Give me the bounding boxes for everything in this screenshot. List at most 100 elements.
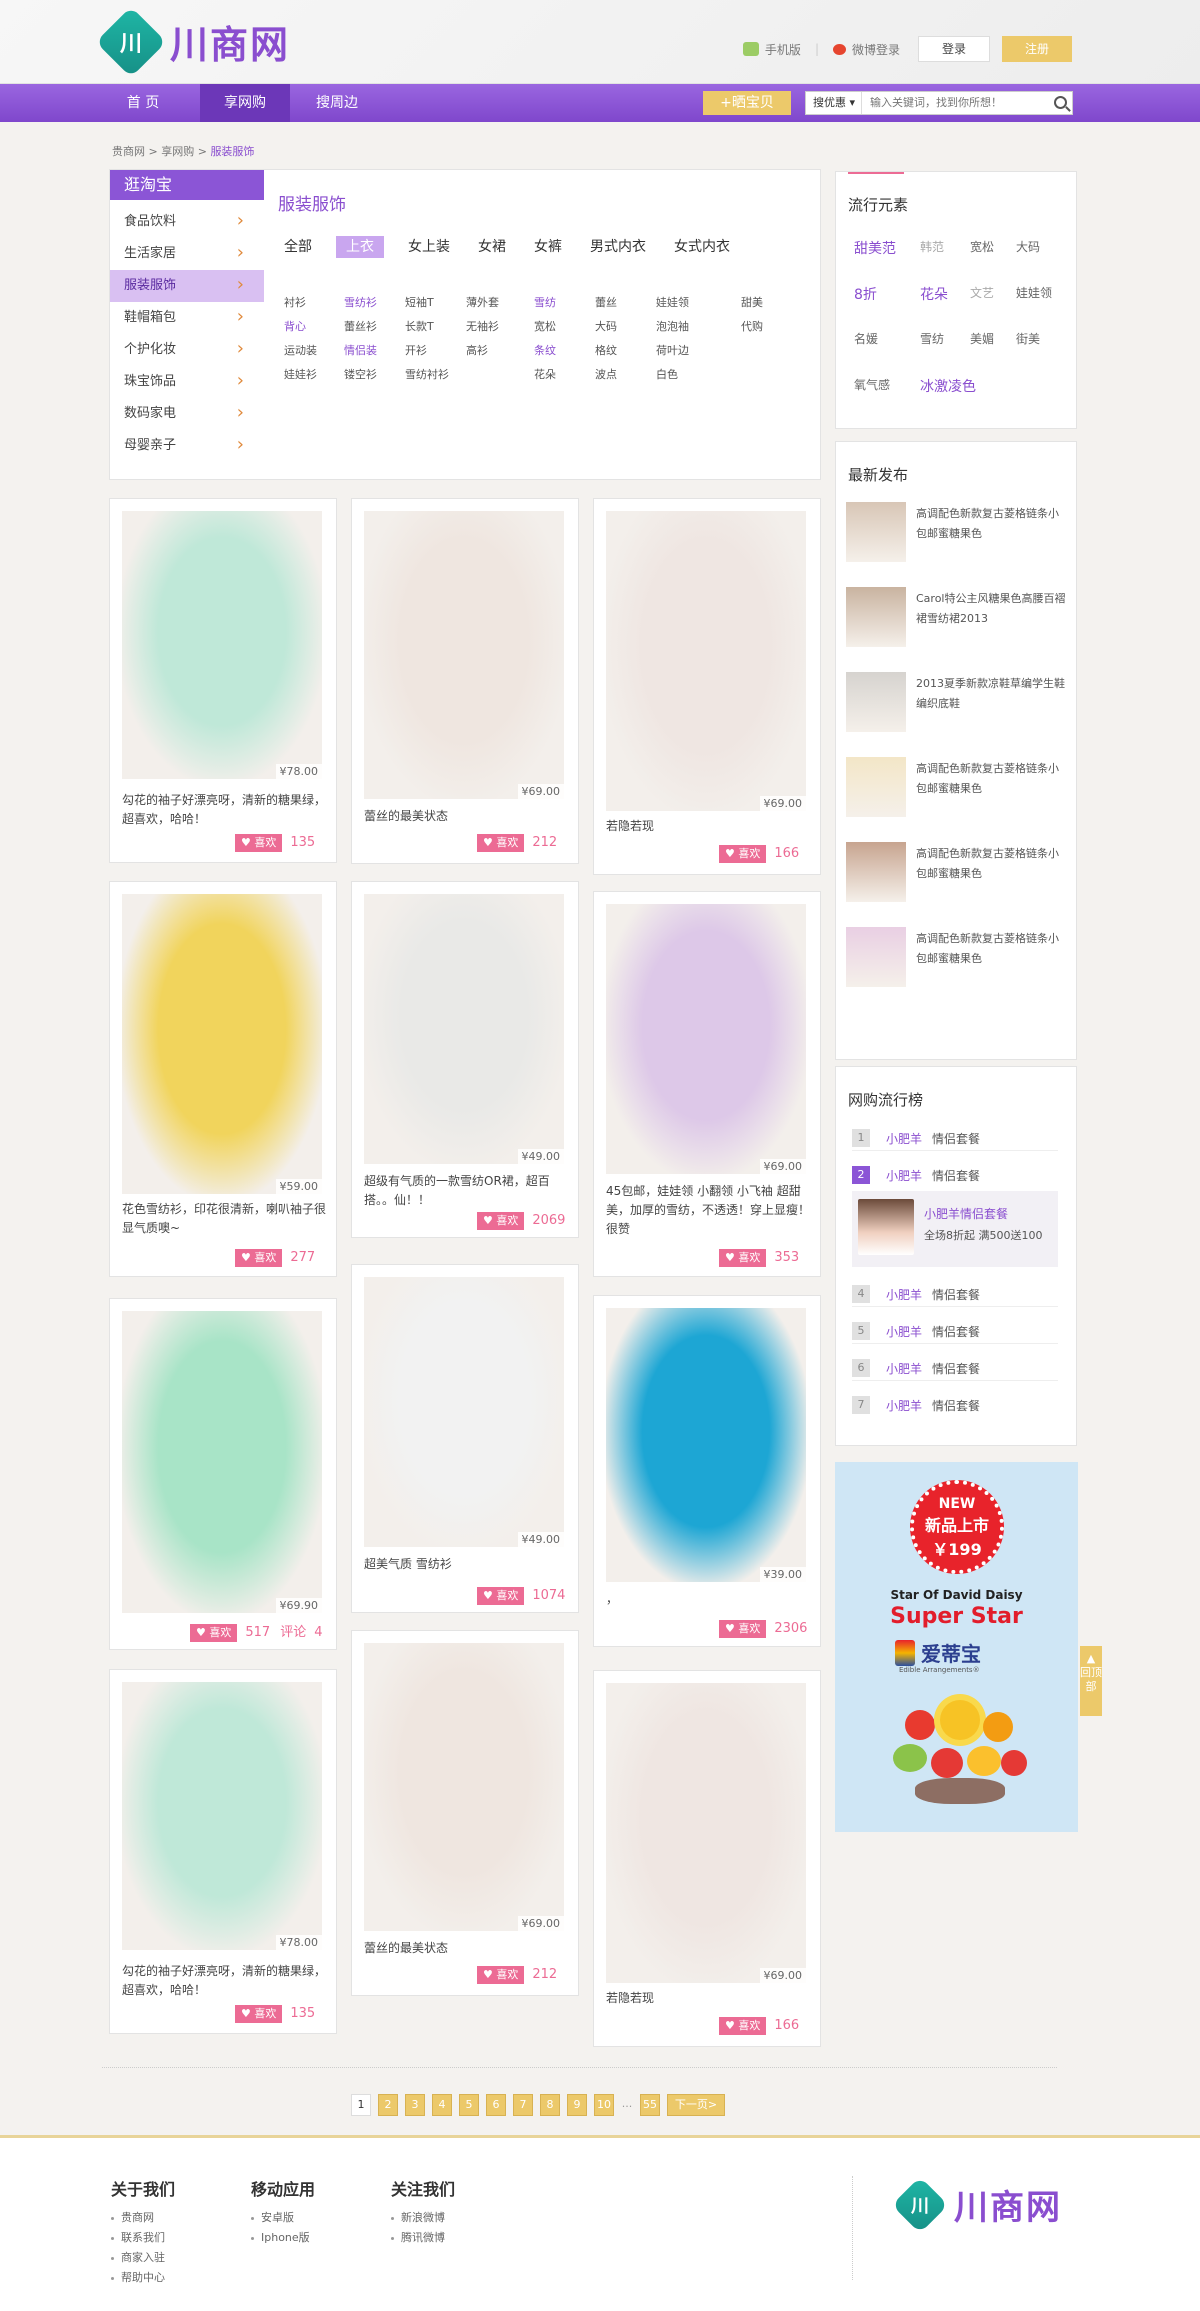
- product-image[interactable]: ¥69.00: [364, 1643, 564, 1931]
- category-tag[interactable]: 娃娃领: [656, 294, 689, 310]
- category-tag[interactable]: 宽松: [534, 318, 556, 334]
- category-tag[interactable]: 蕾丝衫: [344, 318, 377, 334]
- sidebar-item-clothing[interactable]: 服装服饰: [110, 269, 264, 302]
- footer-logo[interactable]: 川 川商网: [891, 2176, 1062, 2233]
- category-tag[interactable]: 荷叶边: [656, 342, 689, 358]
- trend-word[interactable]: 冰激凌色: [920, 376, 976, 396]
- page-7-button[interactable]: 7: [513, 2094, 533, 2116]
- product-card[interactable]: ¥49.00 超美气质 雪纺衫 ♥ 喜欢 1074: [351, 1264, 579, 1613]
- category-tag[interactable]: 无袖衫: [466, 318, 499, 334]
- category-tag[interactable]: 长款T: [405, 318, 434, 334]
- like-button[interactable]: ♥ 喜欢: [477, 1587, 525, 1605]
- product-card[interactable]: ¥78.00 勾花的袖子好漂亮呀，清新的糖果绿，超喜欢，哈哈！ ♥ 喜欢 135: [109, 498, 337, 863]
- trend-word[interactable]: 8折: [854, 284, 877, 304]
- category-tag[interactable]: 短袖T: [405, 294, 434, 310]
- category-tag[interactable]: 白色: [656, 366, 678, 382]
- site-logo[interactable]: 川 川商网: [95, 6, 290, 77]
- trend-word[interactable]: 花朵: [920, 284, 948, 304]
- footer-link[interactable]: 腾讯微博: [391, 2228, 455, 2248]
- rank-row[interactable]: 1 小肥羊 情侣套餐: [852, 1127, 1058, 1151]
- tab-skirts[interactable]: 女裙: [474, 236, 510, 258]
- back-to-top-button[interactable]: ▲ 回顶部: [1080, 1646, 1102, 1716]
- footer-link[interactable]: 贵商网: [111, 2208, 175, 2228]
- product-description[interactable]: ，: [606, 1590, 810, 1609]
- like-button[interactable]: ♥ 喜欢: [719, 1620, 767, 1638]
- product-card[interactable]: ¥69.00 蕾丝的最美状态 ♥ 喜欢 212: [351, 498, 579, 864]
- register-button[interactable]: 注册: [1002, 36, 1072, 62]
- footer-link[interactable]: Iphone版: [251, 2228, 315, 2248]
- product-description[interactable]: 花色雪纺衫，印花很清新，喇叭袖子很显气质噢~: [122, 1200, 326, 1238]
- category-tag[interactable]: 衬衫: [284, 294, 306, 310]
- product-description[interactable]: 蕾丝的最美状态: [364, 1939, 568, 1958]
- trend-word[interactable]: 大码: [1016, 238, 1040, 255]
- like-button[interactable]: ♥ 喜欢: [235, 834, 283, 852]
- nav-home[interactable]: 首 页: [98, 84, 188, 122]
- trend-word[interactable]: 美媚: [970, 330, 994, 347]
- category-tag[interactable]: 格纹: [595, 342, 617, 358]
- trend-word[interactable]: 甜美范: [854, 238, 896, 258]
- footer-link[interactable]: 安卓版: [251, 2208, 315, 2228]
- page-10-button[interactable]: 10: [594, 2094, 614, 2116]
- trend-word[interactable]: 雪纺: [920, 330, 944, 347]
- product-image[interactable]: ¥59.00: [122, 894, 322, 1194]
- page-4-button[interactable]: 4: [432, 2094, 452, 2116]
- product-card[interactable]: ¥78.00 勾花的袖子好漂亮呀，清新的糖果绿，超喜欢，哈哈！ ♥ 喜欢 135: [109, 1669, 337, 2034]
- product-card[interactable]: ¥69.00 45包邮，娃娃领 小翻领 小飞袖 超甜美，加厚的雪纺，不透透！穿上显…: [593, 891, 821, 1277]
- product-card[interactable]: ¥69.90 ♥ 喜欢 517 评论 4: [109, 1298, 337, 1650]
- page-1-button[interactable]: 1: [351, 2094, 371, 2116]
- page-3-button[interactable]: 3: [405, 2094, 425, 2116]
- category-tag[interactable]: 开衫: [405, 342, 427, 358]
- trend-word[interactable]: 街美: [1016, 330, 1040, 347]
- product-card[interactable]: ¥69.00 若隐若现 ♥ 喜欢 166: [593, 498, 821, 875]
- category-tag[interactable]: 镂空衫: [344, 366, 377, 382]
- tab-pants[interactable]: 女裤: [530, 236, 566, 258]
- category-tag[interactable]: 大码: [595, 318, 617, 334]
- product-image[interactable]: ¥39.00: [606, 1308, 806, 1582]
- rank-row[interactable]: 5 小肥羊 情侣套餐: [852, 1320, 1058, 1344]
- category-tag[interactable]: 甜美: [741, 294, 763, 310]
- category-tag[interactable]: 雪纺: [534, 294, 556, 310]
- rank-row[interactable]: 6 小肥羊 情侣套餐: [852, 1357, 1058, 1381]
- login-button[interactable]: 登录: [918, 36, 990, 62]
- product-image[interactable]: ¥49.00: [364, 1277, 564, 1547]
- product-image[interactable]: ¥69.00: [606, 904, 806, 1174]
- page-2-button[interactable]: 2: [378, 2094, 398, 2116]
- category-tag[interactable]: 波点: [595, 366, 617, 382]
- trend-word[interactable]: 娃娃领: [1016, 284, 1052, 301]
- product-description[interactable]: 蕾丝的最美状态: [364, 807, 568, 826]
- product-image[interactable]: ¥69.00: [606, 511, 806, 811]
- sidebar-item-jewelry[interactable]: 珠宝饰品: [110, 365, 264, 398]
- sidebar-item-food[interactable]: 食品饮料: [110, 205, 264, 238]
- product-description[interactable]: 超美气质 雪纺衫: [364, 1555, 568, 1574]
- product-card[interactable]: ¥39.00 ， ♥ 喜欢 2306: [593, 1295, 821, 1647]
- tab-tops[interactable]: 上衣: [336, 236, 384, 258]
- footer-link[interactable]: 新浪微博: [391, 2208, 455, 2228]
- like-button[interactable]: ♥ 喜欢: [719, 2017, 767, 2035]
- sidebar-item-baby[interactable]: 母婴亲子: [110, 429, 264, 462]
- product-description[interactable]: 勾花的袖子好漂亮呀，清新的糖果绿，超喜欢，哈哈！: [122, 791, 326, 829]
- category-tag[interactable]: 蕾丝: [595, 294, 617, 310]
- comment-link[interactable]: 评论: [280, 1624, 306, 1642]
- weibo-login-link[interactable]: 微博登录: [852, 41, 900, 58]
- latest-item[interactable]: 高调配色新款复古菱格链条小包邮蜜糖果色: [846, 502, 1068, 562]
- category-tag[interactable]: 条纹: [534, 342, 556, 358]
- mobile-link[interactable]: 手机版: [765, 41, 801, 58]
- search-scope-select[interactable]: 搜优惠 ▾: [806, 92, 862, 114]
- category-tag[interactable]: 雪纺衫: [344, 294, 377, 310]
- latest-item[interactable]: 高调配色新款复古菱格链条小包邮蜜糖果色: [846, 757, 1068, 817]
- product-description[interactable]: 若隐若现: [606, 817, 810, 836]
- category-tag[interactable]: 娃娃衫: [284, 366, 317, 382]
- page-8-button[interactable]: 8: [540, 2094, 560, 2116]
- category-tag[interactable]: 泡泡袖: [656, 318, 689, 334]
- rank-featured[interactable]: 小肥羊情侣套餐 全场8折起 满500送100: [852, 1191, 1058, 1267]
- trend-word[interactable]: 文艺: [970, 284, 994, 301]
- product-card[interactable]: ¥49.00 超级有气质的一款雪纺OR裙，超百搭。。仙！！ ♥ 喜欢 2069: [351, 881, 579, 1238]
- rank-row[interactable]: 7 小肥羊 情侣套餐: [852, 1394, 1058, 1418]
- product-description[interactable]: 超级有气质的一款雪纺OR裙，超百搭。。仙！！: [364, 1172, 568, 1210]
- like-button[interactable]: ♥ 喜欢: [235, 2005, 283, 2023]
- footer-link[interactable]: 帮助中心: [111, 2268, 175, 2288]
- like-button[interactable]: ♥ 喜欢: [477, 1966, 525, 1984]
- latest-item[interactable]: 高调配色新款复古菱格链条小包邮蜜糖果色: [846, 927, 1068, 987]
- trend-word[interactable]: 韩范: [920, 238, 944, 255]
- trend-word[interactable]: 名媛: [854, 330, 878, 347]
